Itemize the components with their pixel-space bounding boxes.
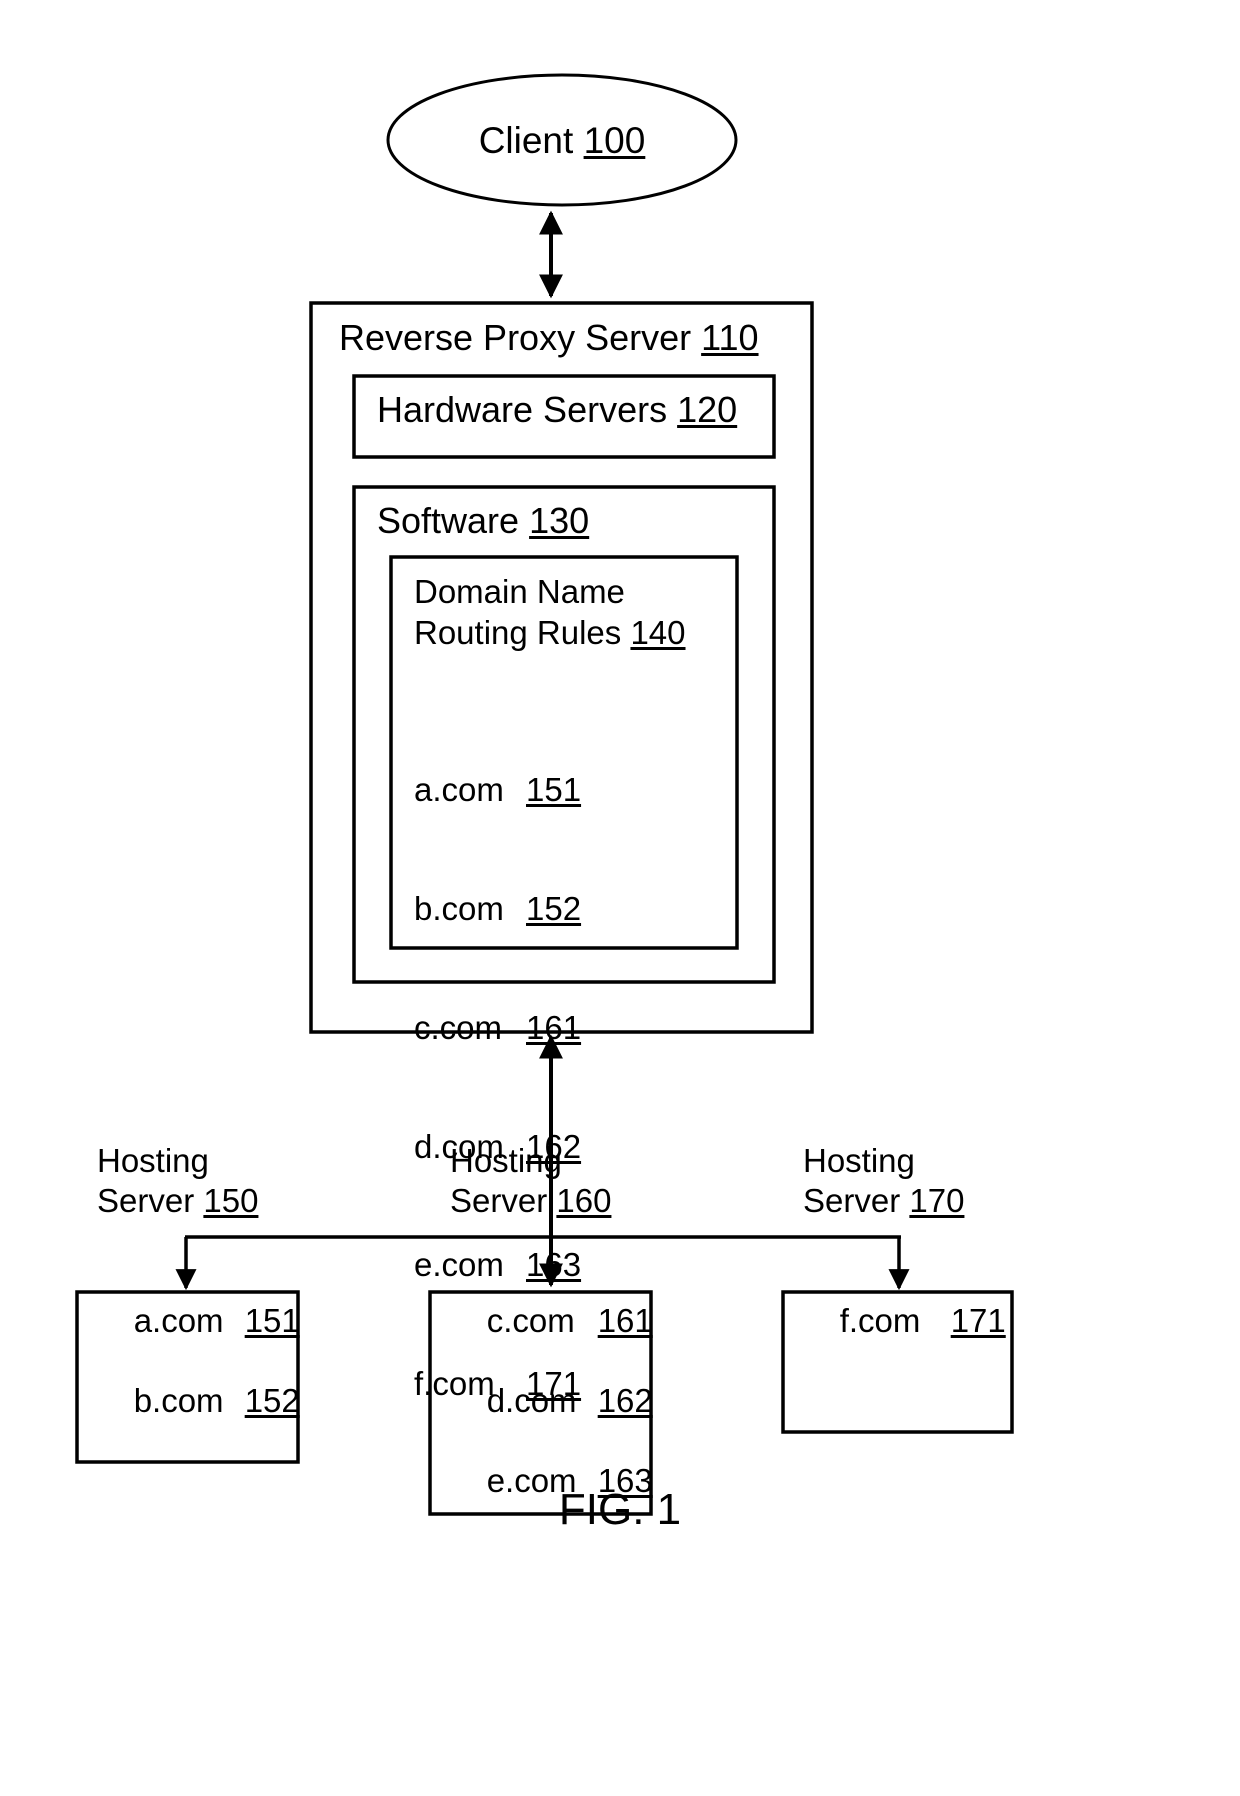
- hosting-server-160-title: Hosting Server 160: [450, 1141, 611, 1220]
- client-label: Client 100: [388, 75, 736, 205]
- routing-rules-label-line1: Domain Name: [414, 573, 625, 610]
- reverse-proxy-title: Reverse Proxy Server 110: [339, 320, 759, 356]
- hosted-domain-ref: 152: [244, 1382, 300, 1419]
- hosting-server-label-line2: Server: [450, 1181, 548, 1219]
- hosted-domain: f.com: [839, 1302, 921, 1339]
- hosting-server-150-title: Hosting Server 150: [97, 1141, 258, 1220]
- hosting-server-ref: 170: [909, 1181, 965, 1219]
- hosting-server-label-line2: Server: [803, 1181, 901, 1219]
- reverse-proxy-label-text: Reverse Proxy Server: [339, 317, 692, 358]
- software-title: Software 130: [377, 503, 589, 539]
- routing-rule-ref: 161: [526, 1008, 582, 1046]
- hosting-server-150-entry-list: a.com 151 b.com 152: [97, 1261, 300, 1461]
- patent-figure-page: Client 100 Reverse Proxy Server 110 Hard…: [0, 0, 1240, 1796]
- hosted-domain: c.com: [486, 1302, 575, 1339]
- routing-rules-title: Domain Name Routing Rules 140: [414, 571, 686, 654]
- hosted-domain-row: a.com 151: [134, 1302, 300, 1339]
- client-label-text: Client: [478, 119, 574, 161]
- routing-rule-row: a.com 151: [414, 770, 581, 810]
- routing-rules-ref: 140: [630, 614, 686, 652]
- routing-rule-ref: 152: [526, 889, 582, 927]
- hosted-domain-ref: 161: [597, 1302, 653, 1339]
- hosted-domain-ref: 162: [597, 1382, 653, 1419]
- hardware-servers-label-text: Hardware Servers: [377, 389, 668, 430]
- routing-rule-row: b.com 152: [414, 889, 581, 929]
- figure-caption: FIG. 1: [558, 1485, 682, 1534]
- routing-rules-label-line2: Routing Rules: [414, 614, 622, 652]
- hardware-servers-ref: 120: [677, 389, 738, 430]
- hosted-domain-ref: 151: [244, 1302, 300, 1339]
- hosting-server-label-line1: Hosting: [97, 1142, 209, 1179]
- reverse-proxy-ref: 110: [701, 317, 759, 358]
- routing-rule-ref: 151: [526, 771, 582, 809]
- hosted-domain: d.com: [486, 1382, 577, 1419]
- hosted-domain: b.com: [133, 1382, 224, 1419]
- hosting-server-ref: 150: [203, 1181, 259, 1219]
- hosted-domain-row: b.com 152: [134, 1382, 300, 1419]
- routing-rule-domain: b.com: [414, 889, 504, 927]
- hosting-server-label-line1: Hosting: [450, 1142, 562, 1179]
- hosting-server-label-line2: Server: [97, 1181, 195, 1219]
- hosting-server-170-entry-list: f.com 171: [803, 1261, 1006, 1381]
- software-ref: 130: [529, 500, 590, 541]
- hardware-servers-title: Hardware Servers 120: [377, 392, 737, 428]
- hosted-domain-ref: 171: [950, 1302, 1006, 1339]
- routing-rule-row: c.com 161: [414, 1008, 581, 1048]
- hosting-server-170-title: Hosting Server 170: [803, 1141, 964, 1220]
- hosted-domain-row: c.com 161: [487, 1302, 653, 1339]
- hosting-server-ref: 160: [556, 1181, 612, 1219]
- software-label-text: Software: [377, 500, 520, 541]
- client-ref: 100: [583, 119, 646, 161]
- hosted-domain-row: f.com 171: [840, 1302, 1006, 1339]
- hosting-server-label-line1: Hosting: [803, 1142, 915, 1179]
- hosted-domain-row: d.com 162: [487, 1382, 653, 1419]
- hosted-domain: a.com: [133, 1302, 224, 1339]
- routing-rule-domain: c.com: [414, 1008, 503, 1046]
- routing-rule-domain: a.com: [414, 771, 504, 809]
